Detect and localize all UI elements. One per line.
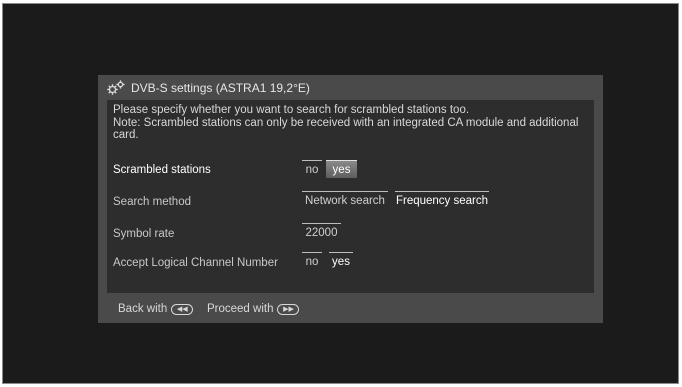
dialog-title: DVB-S settings (ASTRA1 19,2°E) (131, 81, 310, 95)
symbol-rate-value[interactable]: 22000 (302, 223, 341, 241)
description-line-1: Please specify whether you want to searc… (113, 104, 470, 116)
proceed-label: Proceed with (207, 303, 274, 315)
back-hint[interactable]: Back with ◀◀ (118, 303, 194, 315)
rewind-key-icon: ◀◀ (171, 303, 194, 315)
dialog-title-bar: DVB-S settings (ASTRA1 19,2°E) (98, 75, 603, 100)
description-text: Please specify whether you want to searc… (113, 104, 589, 142)
gears-icon (106, 80, 126, 96)
search-method-option-frequency[interactable]: Frequency search (395, 191, 489, 209)
settings-panel: Please specify whether you want to searc… (107, 100, 594, 293)
scrambled-stations-label: Scrambled stations (113, 164, 211, 176)
lcn-label: Accept Logical Channel Number (113, 257, 278, 269)
proceed-hint[interactable]: Proceed with ▶▶ (207, 303, 300, 315)
dialog-footer: Back with ◀◀ Proceed with ▶▶ (98, 301, 603, 319)
scrambled-option-no[interactable]: no (302, 160, 322, 178)
lcn-option-no[interactable]: no (302, 252, 322, 270)
fast-forward-key-icon: ▶▶ (277, 303, 300, 315)
dvbs-settings-dialog: DVB-S settings (ASTRA1 19,2°E) Please sp… (98, 75, 603, 323)
scrambled-option-yes[interactable]: yes (326, 160, 357, 178)
tv-screen: DVB-S settings (ASTRA1 19,2°E) Please sp… (2, 3, 679, 384)
search-method-option-network[interactable]: Network search (302, 191, 388, 209)
lcn-option-yes[interactable]: yes (329, 252, 353, 270)
back-label: Back with (118, 303, 168, 315)
search-method-label: Search method (113, 196, 191, 208)
description-line-2: Note: Scrambled stations can only be rec… (113, 116, 579, 142)
symbol-rate-label: Symbol rate (113, 228, 175, 240)
